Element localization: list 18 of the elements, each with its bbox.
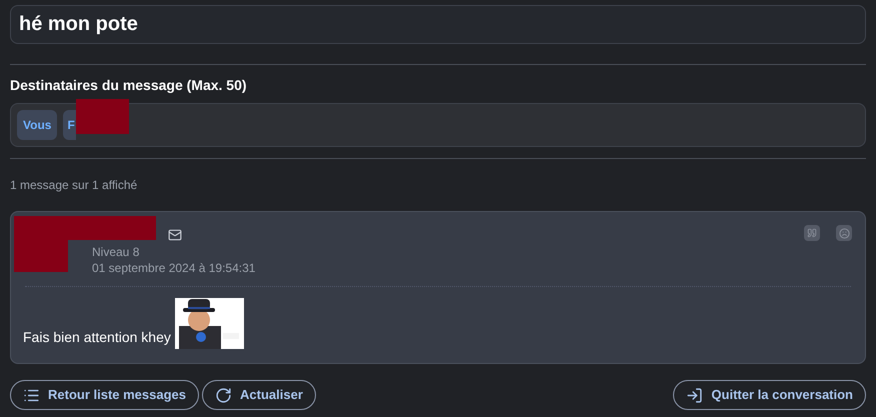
message-date: 01 septembre 2024 à 19:54:31 [92, 260, 256, 276]
user-level: Niveau 8 [92, 244, 140, 260]
mail-icon[interactable] [168, 228, 182, 242]
report-button[interactable] [836, 225, 852, 241]
recipients-label: Destinataires du message (Max. 50) [10, 76, 248, 95]
message-count: 1 message sur 1 affiché [10, 177, 138, 194]
subject-field[interactable]: hé mon pote [10, 5, 866, 44]
quote-button[interactable] [804, 225, 820, 241]
message-text: Fais bien attention khey [23, 328, 171, 347]
refresh-icon [215, 386, 232, 404]
back-button[interactable]: Retour liste messages [10, 380, 200, 410]
sad-face-icon [838, 228, 850, 238]
recipient-chip[interactable]: F [63, 110, 76, 140]
quote-icon [807, 228, 817, 238]
refresh-button[interactable]: Actualiser [202, 380, 316, 410]
door-icon [686, 386, 704, 404]
leave-button[interactable]: Quitter la conversation [673, 380, 866, 410]
recipient-chip[interactable]: Vous [17, 110, 58, 140]
